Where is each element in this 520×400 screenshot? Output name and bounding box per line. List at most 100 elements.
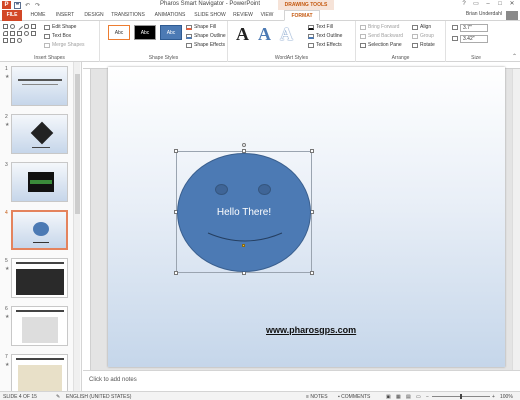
- group-button[interactable]: Group: [412, 33, 434, 39]
- text-outline-button[interactable]: Text Outline: [308, 33, 342, 39]
- user-name[interactable]: Brian Underdahl: [466, 11, 502, 17]
- tab-slide-show[interactable]: SLIDE SHOW: [194, 10, 226, 21]
- tab-transitions[interactable]: TRANSITIONS: [110, 10, 146, 21]
- slide-thumbnail[interactable]: [11, 66, 68, 106]
- slide-thumbnail-row[interactable]: 6 ★: [3, 306, 71, 348]
- bracket-shape-icon[interactable]: [10, 38, 15, 43]
- merge-shapes-button[interactable]: Merge Shapes: [44, 42, 85, 48]
- arrow-shape-icon[interactable]: [17, 31, 22, 36]
- shape-style-black[interactable]: Abc: [134, 25, 156, 40]
- slide-thumbnail[interactable]: [11, 114, 68, 154]
- resize-handle[interactable]: [174, 271, 178, 275]
- curve-shape-icon[interactable]: [3, 38, 8, 43]
- slide-thumbnail[interactable]: [11, 306, 68, 346]
- zoom-level[interactable]: 100%: [500, 394, 513, 400]
- undo-icon[interactable]: ↶: [24, 2, 31, 9]
- circle-shape-icon[interactable]: [17, 38, 22, 43]
- shape-style-blue[interactable]: Abc: [160, 25, 182, 40]
- powerpoint-app-icon[interactable]: P: [2, 1, 11, 9]
- selection-pane-button[interactable]: Selection Pane: [360, 42, 402, 48]
- wordart-outline[interactable]: A: [280, 24, 293, 44]
- slide-thumbnail[interactable]: [11, 258, 68, 298]
- smiley-face-shape[interactable]: Hello There!: [177, 153, 311, 272]
- wordart-plain[interactable]: A: [236, 24, 249, 44]
- slide-thumbnail-row[interactable]: 3: [3, 162, 71, 204]
- left-eye-shape[interactable]: [215, 184, 228, 195]
- resize-handle[interactable]: [174, 149, 178, 153]
- rotate-button[interactable]: Rotate: [412, 42, 435, 48]
- notes-placeholder[interactable]: Click to add notes: [89, 377, 137, 383]
- shape-style-white[interactable]: Abc: [108, 25, 130, 40]
- adjustment-handle[interactable]: [242, 244, 245, 247]
- triangle-shape-icon[interactable]: [10, 31, 15, 36]
- slide-thumbnail-row[interactable]: 4: [3, 210, 71, 252]
- slideshow-icon[interactable]: ▭: [416, 394, 421, 400]
- slide-thumbnail-selected[interactable]: [11, 210, 68, 250]
- help-icon[interactable]: ?: [458, 0, 470, 9]
- text-fill-button[interactable]: Text Fill: [308, 24, 333, 30]
- scrollbar-thumb[interactable]: [75, 74, 80, 214]
- edit-shape-button[interactable]: Edit Shape: [44, 24, 76, 30]
- reading-view-icon[interactable]: ▤: [406, 394, 411, 400]
- textbox-shape-icon[interactable]: [31, 24, 36, 29]
- slide-thumbnail-row[interactable]: 5 ★: [3, 258, 71, 300]
- line-shape-icon[interactable]: [15, 22, 24, 31]
- close-icon[interactable]: ✕: [506, 0, 518, 9]
- zoom-slider-thumb[interactable]: [460, 394, 462, 399]
- shapes-gallery[interactable]: [3, 22, 41, 44]
- shape-outline-button[interactable]: Shape Outline: [186, 33, 226, 39]
- vertical-ruler[interactable]: [83, 69, 91, 370]
- slide-thumbnail[interactable]: [11, 162, 68, 202]
- rounded-rectangle-shape-icon[interactable]: [24, 24, 29, 29]
- collapse-ribbon-icon[interactable]: ⌃: [512, 53, 517, 60]
- brace-shape-icon[interactable]: [31, 31, 36, 36]
- align-button[interactable]: Align: [412, 24, 431, 30]
- slide-thumbnail-row[interactable]: 7 ★: [3, 354, 71, 396]
- slide-thumbnail-row[interactable]: 1 ★: [3, 66, 71, 108]
- avatar[interactable]: [506, 11, 518, 20]
- text-effects-button[interactable]: Text Effects: [308, 42, 342, 48]
- notes-toggle-button[interactable]: ≡ NOTES: [306, 394, 328, 400]
- slide-thumbnail-row[interactable]: 2 ★: [3, 114, 71, 156]
- resize-handle[interactable]: [310, 149, 314, 153]
- maximize-icon[interactable]: □: [494, 0, 506, 9]
- shape-fill-button[interactable]: Shape Fill: [186, 24, 216, 30]
- language-status[interactable]: ENGLISH (UNITED STATES): [66, 394, 131, 400]
- rectangle-shape-icon[interactable]: [3, 24, 8, 29]
- tab-view[interactable]: VIEW: [258, 10, 276, 21]
- tab-home[interactable]: HOME: [28, 10, 48, 21]
- save-icon[interactable]: [14, 1, 21, 9]
- shape-width-input[interactable]: 3.42": [460, 35, 488, 43]
- tab-design[interactable]: DESIGN: [82, 10, 106, 21]
- website-link[interactable]: www.pharosgps.com: [266, 325, 356, 335]
- shape-height-input[interactable]: 3.7": [460, 24, 488, 32]
- tab-animations[interactable]: ANIMATIONS: [152, 10, 188, 21]
- comments-toggle-button[interactable]: ▪ COMMENTS: [338, 394, 370, 400]
- right-eye-shape[interactable]: [258, 184, 271, 195]
- slide-scrollbar[interactable]: [512, 69, 520, 370]
- wordart-blue[interactable]: A: [258, 24, 271, 44]
- tab-insert[interactable]: INSERT: [54, 10, 76, 21]
- notes-pane[interactable]: Click to add notes: [83, 370, 520, 391]
- shape-effects-button[interactable]: Shape Effects: [186, 42, 225, 48]
- rotate-handle[interactable]: [242, 143, 246, 147]
- slide-sorter-icon[interactable]: ▦: [396, 394, 401, 400]
- face-text[interactable]: Hello There!: [178, 207, 310, 218]
- spell-check-icon[interactable]: ✎: [56, 394, 60, 400]
- tab-review[interactable]: REVIEW: [232, 10, 254, 21]
- ribbon-display-icon[interactable]: ▭: [470, 0, 482, 9]
- zoom-out-icon[interactable]: −: [426, 394, 429, 400]
- send-backward-button[interactable]: Send Backward: [360, 33, 403, 39]
- slide-canvas[interactable]: Hello There! www.pharosgps.com: [108, 67, 505, 367]
- smile-mouth-shape[interactable]: [206, 229, 284, 245]
- text-box-button[interactable]: Text Box: [44, 33, 71, 39]
- star-shape-icon[interactable]: [24, 31, 29, 36]
- slide-thumbnail[interactable]: [11, 354, 68, 394]
- resize-handle[interactable]: [310, 271, 314, 275]
- minimize-icon[interactable]: –: [482, 0, 494, 9]
- redo-icon[interactable]: ↷: [34, 2, 41, 9]
- oval-shape-icon[interactable]: [10, 24, 15, 29]
- tab-format[interactable]: FORMAT: [284, 10, 320, 21]
- arc-shape-icon[interactable]: [3, 31, 8, 36]
- thumbnails-scrollbar[interactable]: [73, 62, 80, 392]
